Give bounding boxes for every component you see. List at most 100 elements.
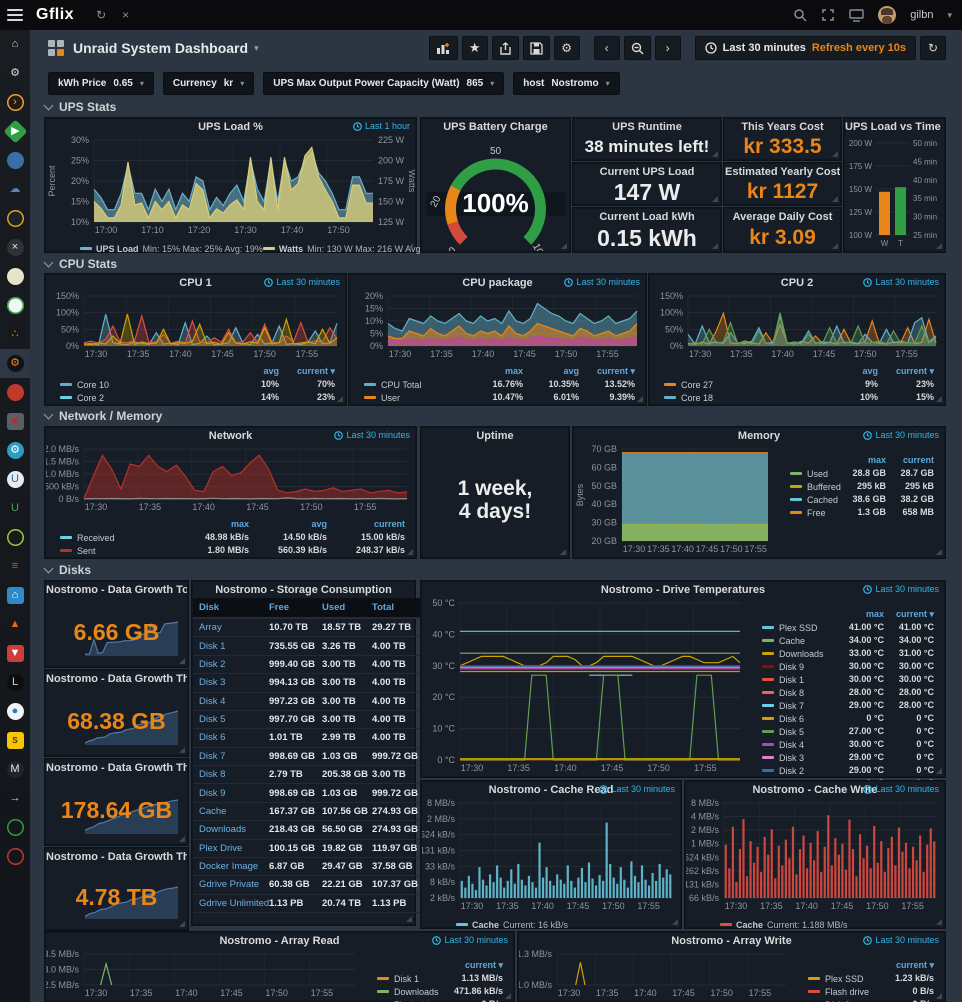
legend-item[interactable]: Core 18 [664, 391, 822, 404]
refresh-button[interactable]: ↻ [920, 36, 946, 60]
sidebar-item-app-network[interactable]: ∴ [0, 320, 30, 349]
legend-header[interactable]: current ▾ [579, 365, 635, 378]
panel-title[interactable]: Nostromo - Data Growth Today [46, 582, 187, 598]
legend-item[interactable]: Core 2 [60, 391, 223, 404]
legend-header[interactable]: current ▾ [878, 365, 934, 378]
panel-title[interactable]: UPS Runtime [574, 119, 720, 135]
legend-item[interactable]: Disk 7 [762, 699, 834, 712]
sidebar-item-app-bars[interactable]: ≡ [0, 552, 30, 581]
panel-title[interactable]: Current Load kWh [574, 209, 720, 225]
sidebar-item-app-cream[interactable] [0, 262, 30, 291]
legend-item[interactable]: Core 10 [60, 378, 223, 391]
legend-item[interactable]: Cached [790, 493, 838, 506]
fullscreen-icon[interactable] [821, 8, 835, 22]
tv-mode-icon[interactable] [849, 9, 864, 22]
sidebar-item-help[interactable] [0, 842, 30, 871]
panel-title[interactable]: Nostromo - Storage Consumption [193, 582, 414, 598]
sidebar-item-app-cloud[interactable]: ☁ [0, 175, 30, 204]
section-header-ups[interactable]: UPS Stats [45, 100, 116, 114]
panel-time-range[interactable]: Last 30 minutes [564, 277, 640, 287]
panel-time-range[interactable]: Last 30 minutes [863, 935, 939, 945]
username[interactable]: gilbn [910, 9, 933, 21]
legend-header[interactable]: avg [523, 365, 579, 378]
legend-item[interactable]: Flash drive [377, 998, 437, 1002]
sidebar-item-app-emby[interactable]: ▶ [0, 117, 30, 146]
panel-time-range[interactable]: Last 30 minutes [863, 584, 939, 594]
sidebar-item-github[interactable] [0, 813, 30, 842]
panel-title[interactable]: Uptime [422, 428, 568, 444]
panel-title[interactable]: Current UPS Load [574, 164, 720, 180]
dashboard-grid-icon[interactable] [48, 40, 64, 56]
legend-item[interactable]: Disk 3 [762, 751, 834, 764]
cycle-icon[interactable]: ↻ [96, 8, 106, 22]
legend-header[interactable]: current [886, 454, 934, 467]
table-header-total[interactable]: Total [366, 598, 422, 619]
legend-item[interactable]: Disk 4 [762, 738, 834, 751]
legend-item[interactable]: Disk 1 [377, 972, 437, 985]
legend-item[interactable]: UPS Load Min: 15% Max: 25% Avg: 19% [80, 244, 263, 254]
sidebar-item-app-gear-orange[interactable]: ⚙ [0, 349, 30, 378]
time-forward-button[interactable]: › [655, 36, 681, 60]
sidebar-item-settings[interactable]: ⚙ [0, 59, 30, 88]
close-icon[interactable]: × [122, 8, 129, 22]
legend-item[interactable]: Disk 9 [762, 660, 834, 673]
variable-kwh-price[interactable]: kWh Price0.65▾ [48, 72, 154, 95]
panel-title[interactable]: UPS Load vs Time left [845, 119, 944, 135]
share-button[interactable] [492, 36, 519, 60]
sidebar-item-app-blue-media[interactable] [0, 146, 30, 175]
time-picker[interactable]: Last 30 minutes Refresh every 10s [695, 36, 916, 60]
section-header-disks[interactable]: Disks [45, 563, 91, 577]
star-button[interactable]: ★ [462, 36, 488, 60]
sidebar-item-app-gitlab[interactable]: ▲ [0, 610, 30, 639]
user-avatar[interactable] [878, 6, 896, 24]
legend-item[interactable]: Cache Current: 1.188 MB/s [720, 920, 848, 930]
legend-item[interactable]: Sent [60, 544, 171, 557]
legend-item[interactable]: Disk 1 [762, 673, 834, 686]
legend-header[interactable]: current ▾ [437, 959, 503, 972]
sidebar-item-app-ubiquiti[interactable]: U [0, 465, 30, 494]
zoom-out-button[interactable] [624, 36, 651, 60]
legend-header[interactable]: max [838, 454, 886, 467]
sidebar-item-app-homeassistant[interactable]: ⌂ [0, 581, 30, 610]
search-icon[interactable] [793, 8, 807, 22]
sidebar-item-app-white-green[interactable] [0, 291, 30, 320]
panel-time-range[interactable]: Last 30 minutes [432, 935, 508, 945]
legend-item[interactable]: Used [790, 467, 838, 480]
sidebar-item-app-members[interactable]: M [0, 755, 30, 784]
user-menu-caret-icon[interactable]: ▾ [947, 10, 952, 21]
legend-item[interactable]: Core 27 [664, 378, 822, 391]
panel-time-range[interactable]: Last 1 hour [353, 121, 410, 131]
sidebar-item-app-lazylibrarian[interactable]: L [0, 668, 30, 697]
legend-item[interactable]: Cache Current: 16 kB/s [456, 920, 568, 930]
legend-item[interactable]: CPU Total [364, 378, 467, 391]
sidebar-item-app-unraid[interactable]: U [0, 494, 30, 523]
sidebar-item-app-red-gray[interactable]: ■ [0, 407, 30, 436]
variable-ups-max-output-power-capacity-watt-[interactable]: UPS Max Output Power Capacity (Watt)865▾ [263, 72, 504, 95]
panel-title[interactable]: Nostromo - Data Growth This Month [46, 760, 187, 776]
panel-title[interactable]: This Years Cost [725, 119, 840, 135]
panel-time-range[interactable]: Last 30 minutes [863, 784, 939, 794]
legend-item[interactable]: Buffered [790, 480, 838, 493]
section-header-netmem[interactable]: Network / Memory [45, 409, 162, 423]
sidebar-item-app-plex-dark[interactable] [0, 523, 30, 552]
legend-header[interactable]: max [467, 365, 523, 378]
legend-header[interactable]: max [834, 608, 884, 621]
sidebar-item-app-jackett[interactable] [0, 204, 30, 233]
legend-header[interactable]: avg [223, 365, 279, 378]
sidebar-item-app-orange-chevron[interactable]: › [0, 88, 30, 117]
save-button[interactable] [523, 36, 550, 60]
variable-host[interactable]: hostNostromo▾ [513, 72, 619, 95]
sidebar-item-app-docker-gear[interactable]: ⚙ [0, 436, 30, 465]
dashboard-title[interactable]: Unraid System Dashboard [73, 40, 248, 56]
panel-title[interactable]: Average Daily Cost [725, 209, 840, 225]
legend-header[interactable]: current [327, 518, 405, 531]
legend-item[interactable]: Disk 8 [762, 686, 834, 699]
legend-item[interactable]: Disk 9 [808, 998, 874, 1002]
legend-header[interactable]: current ▾ [874, 959, 934, 972]
table-header-used[interactable]: Used [316, 598, 366, 619]
sidebar-item-app-sabnzbd[interactable]: s [0, 726, 30, 755]
legend-item[interactable]: Downloads [377, 985, 437, 998]
legend-item[interactable]: Disk 5 [762, 725, 834, 738]
panel-title[interactable]: Estimated Yearly Cost [725, 164, 840, 180]
panel-time-range[interactable]: Last 30 minutes [863, 430, 939, 440]
